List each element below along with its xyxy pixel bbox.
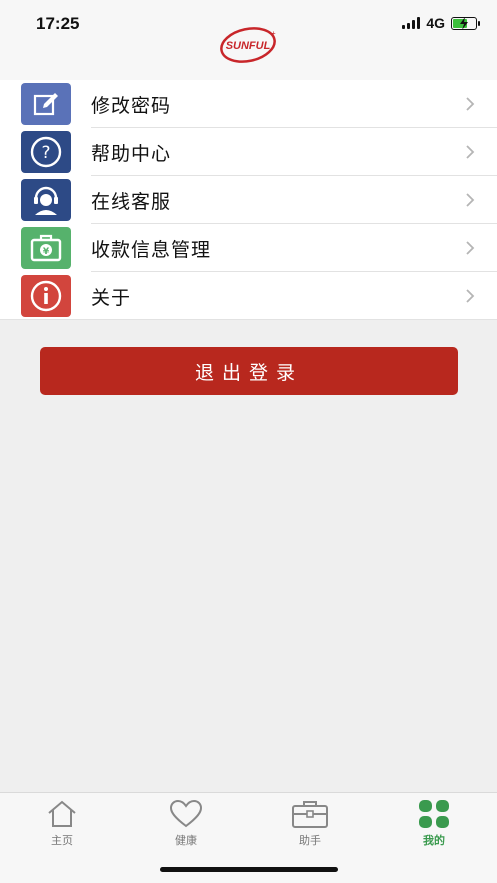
chevron-right-icon <box>466 145 475 159</box>
chevron-right-icon <box>466 193 475 207</box>
toolbox-icon <box>292 801 328 828</box>
menu-item-about[interactable]: 关于 <box>0 272 497 320</box>
tab-mine[interactable]: 我的 <box>384 799 484 855</box>
tab-assistant[interactable]: 助手 <box>260 799 360 855</box>
info-icon <box>21 275 71 317</box>
tab-label: 健康 <box>175 834 197 847</box>
logout-button[interactable]: 退出登录 <box>40 347 458 395</box>
battery-icon <box>451 16 480 30</box>
heart-icon <box>169 799 203 828</box>
home-indicator <box>160 867 338 872</box>
tab-home[interactable]: 主页 <box>12 799 112 855</box>
menu-label: 在线客服 <box>91 190 172 213</box>
menu-label: 关于 <box>91 286 132 309</box>
menu-item-help-center[interactable]: ? 帮助中心 <box>0 128 497 176</box>
network-label: 4G <box>426 15 445 31</box>
status-indicators: 4G <box>402 15 480 31</box>
header: SUNFUL + <box>0 27 497 80</box>
help-icon: ? <box>21 131 71 173</box>
edit-icon <box>21 83 71 125</box>
chevron-right-icon <box>466 241 475 255</box>
status-time: 17:25 <box>36 14 80 33</box>
signal-icon <box>402 17 421 29</box>
chevron-right-icon <box>466 97 475 111</box>
wallet-icon: ¥ <box>21 227 71 269</box>
tab-label: 我的 <box>423 834 445 847</box>
grid-icon <box>419 800 449 828</box>
menu-label: 修改密码 <box>91 94 172 117</box>
menu-item-online-service[interactable]: 在线客服 <box>0 176 497 224</box>
sunful-logo: SUNFUL + <box>218 24 280 68</box>
tab-label: 主页 <box>51 834 73 847</box>
logo-text: SUNFUL <box>226 40 271 52</box>
menu-item-change-password[interactable]: 修改密码 <box>0 80 497 128</box>
menu-label: 收款信息管理 <box>91 238 212 261</box>
tab-label: 助手 <box>299 834 321 847</box>
tab-health[interactable]: 健康 <box>136 799 236 855</box>
chevron-right-icon <box>466 289 475 303</box>
svg-text:?: ? <box>41 143 50 163</box>
svg-text:+: + <box>271 29 276 38</box>
settings-menu: 修改密码 ? 帮助中心 在线客服 ¥ 收款信息管理 关于 <box>0 80 497 320</box>
menu-label: 帮助中心 <box>91 142 172 165</box>
customer-service-icon <box>21 179 71 221</box>
home-icon <box>48 800 76 827</box>
menu-item-payment-info[interactable]: ¥ 收款信息管理 <box>0 224 497 272</box>
svg-text:¥: ¥ <box>43 247 50 257</box>
